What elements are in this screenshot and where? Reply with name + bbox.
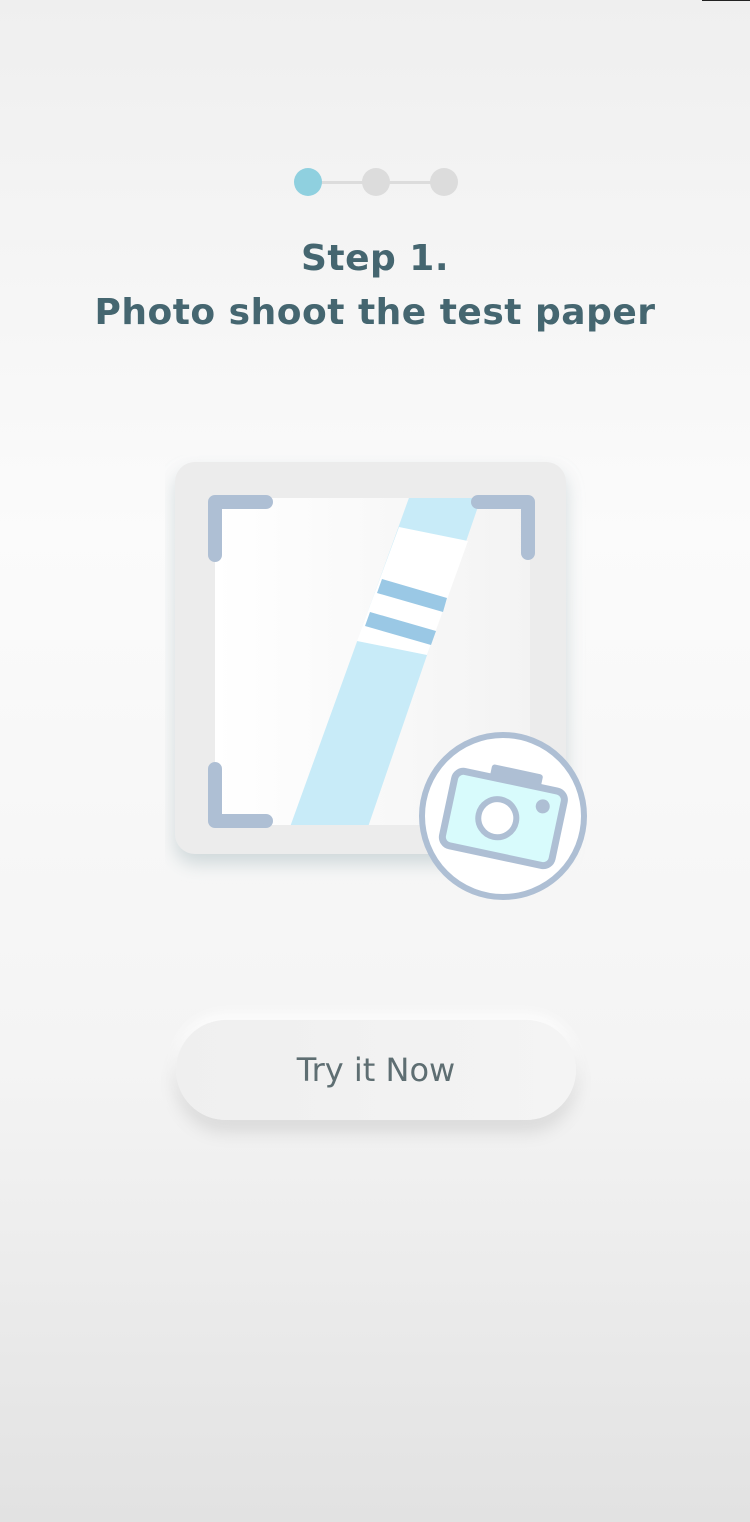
try-it-now-button[interactable]: Try it Now: [176, 1020, 576, 1120]
step-3-indicator: [430, 168, 458, 196]
title-step-number: Step 1.: [300, 238, 450, 279]
progress-stepper: [294, 168, 458, 196]
page-title: Step 1. Photo shoot the test paper: [0, 232, 750, 340]
instruction-illustration: [165, 455, 595, 915]
step-2-indicator: [362, 168, 390, 196]
step-1-indicator: [294, 168, 322, 196]
title-instruction: Photo shoot the test paper: [94, 292, 656, 333]
top-right-divider: [702, 0, 750, 1]
camera-icon: [419, 732, 587, 900]
